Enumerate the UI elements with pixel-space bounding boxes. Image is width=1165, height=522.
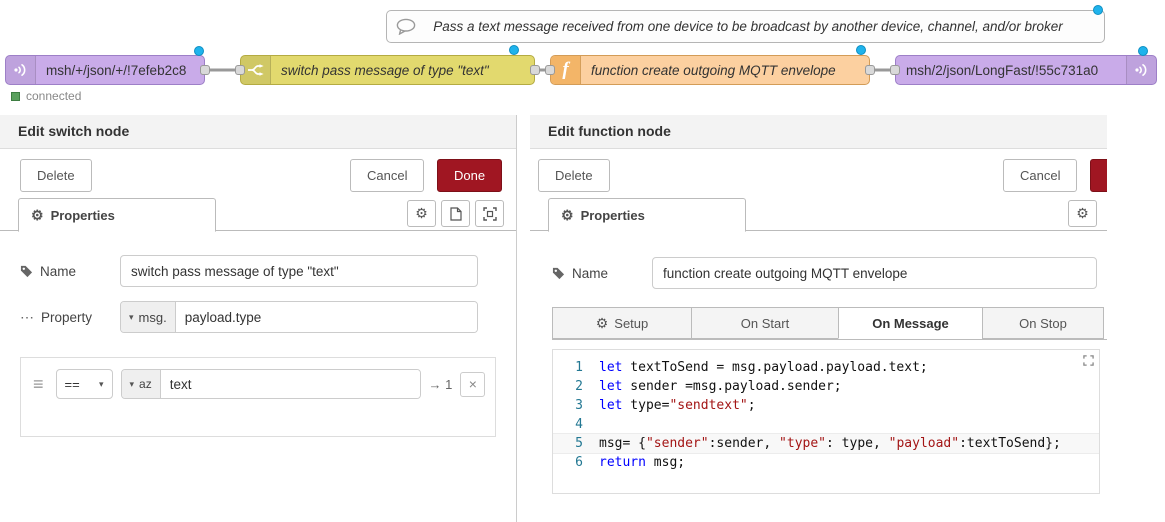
tab-on-message[interactable]: On Message <box>838 307 983 339</box>
tag-icon <box>20 265 33 278</box>
function-panel-buttons: Delete Cancel Done <box>530 149 1107 197</box>
mqtt-in-status: connected <box>11 89 81 103</box>
mqtt-out-input-port[interactable] <box>890 65 900 75</box>
code-line: 3let type="sendtext"; <box>553 396 1099 415</box>
switch-rules-list: ≡ == ▾ ▾ az → 1 × <box>20 357 496 437</box>
modified-indicator <box>509 45 519 55</box>
property-input[interactable] <box>176 302 477 332</box>
edit-function-panel: Edit function node Delete Cancel Done ⚙ … <box>530 115 1107 522</box>
name-input[interactable] <box>652 257 1097 289</box>
frame-icon <box>483 207 497 221</box>
name-label: Name <box>552 266 652 281</box>
gear-icon: ⚙ <box>31 207 44 224</box>
rule-output-label: → 1 <box>429 377 453 392</box>
rule-value-input[interactable] <box>161 370 420 398</box>
switch-output-port[interactable] <box>530 65 540 75</box>
wifi-icon <box>6 56 36 84</box>
function-node[interactable]: f function create outgoing MQTT envelope <box>550 55 870 85</box>
string-type-icon: az <box>139 377 152 391</box>
done-button[interactable]: Done <box>437 159 502 192</box>
chevron-down-icon: ▾ <box>130 379 135 390</box>
ellipsis-icon: ⋯ <box>20 309 34 326</box>
mqtt-out-node-label: msh/2/json/LongFast/!55c731a0 <box>896 63 1126 78</box>
edit-switch-panel: Edit switch node Delete Cancel Done ⚙ Pr… <box>0 115 517 522</box>
tab-on-stop[interactable]: On Stop <box>982 307 1104 339</box>
cancel-button[interactable]: Cancel <box>350 159 424 192</box>
modified-indicator <box>856 45 866 55</box>
wifi-icon <box>1126 56 1156 84</box>
name-label: Name <box>20 264 120 279</box>
modified-indicator <box>194 46 204 56</box>
drag-handle-icon[interactable]: ≡ <box>29 374 48 395</box>
name-input[interactable] <box>120 255 478 287</box>
property-type-select[interactable]: ▾ msg. <box>121 302 176 332</box>
rule-value-typed-input: ▾ az <box>121 369 421 399</box>
modified-indicator <box>1138 46 1148 56</box>
comment-bubble-icon <box>387 18 416 35</box>
switch-panel-tabbar: ⚙ Properties ⚙ <box>0 197 516 231</box>
function-icon: f <box>551 56 581 84</box>
panel-title: Edit function node <box>530 115 1107 149</box>
gear-icon: ⚙ <box>1076 205 1089 222</box>
function-node-label: function create outgoing MQTT envelope <box>581 63 846 78</box>
panel-title: Edit switch node <box>0 115 516 149</box>
chevron-down-icon: ▾ <box>99 379 104 390</box>
function-input-port[interactable] <box>545 65 555 75</box>
function-panel-tabbar: ⚙ Properties ⚙ <box>530 197 1107 231</box>
property-typed-input: ▾ msg. <box>120 301 478 333</box>
tab-on-start[interactable]: On Start <box>691 307 839 339</box>
appearance-button[interactable] <box>475 200 504 227</box>
comment-node[interactable]: Pass a text message received from one de… <box>386 10 1105 43</box>
status-text: connected <box>26 89 81 103</box>
code-line: 6return msg; <box>553 453 1099 472</box>
description-button[interactable] <box>441 200 470 227</box>
switch-rule-row: ≡ == ▾ ▾ az → 1 × <box>29 369 487 399</box>
remove-rule-button[interactable]: × <box>460 372 485 397</box>
gear-icon: ⚙ <box>415 205 428 222</box>
code-line: 2let sender =msg.payload.sender; <box>553 377 1099 396</box>
chevron-down-icon: ▾ <box>129 312 134 323</box>
gear-icon: ⚙ <box>596 315 609 332</box>
function-editor-tabs: ⚙ Setup On Start On Message On Stop <box>552 307 1107 340</box>
node-red-editor: Pass a text message received from one de… <box>0 0 1165 522</box>
code-line: 1let textToSend = msg.payload.payload.te… <box>553 358 1099 377</box>
delete-button[interactable]: Delete <box>20 159 92 192</box>
document-icon <box>450 207 462 221</box>
gear-icon: ⚙ <box>561 207 574 224</box>
mqtt-out-node[interactable]: msh/2/json/LongFast/!55c731a0 <box>895 55 1157 85</box>
function-form: Name ⚙ Setup On Start On Message On Stop <box>530 231 1107 494</box>
mqtt-in-node[interactable]: msh/+/json/+/!7efeb2c8 <box>5 55 205 85</box>
expand-editor-icon[interactable] <box>1083 355 1094 366</box>
rule-operator-select[interactable]: == ▾ <box>56 369 113 399</box>
done-button[interactable]: Done <box>1090 159 1107 192</box>
code-lines: 1let textToSend = msg.payload.payload.te… <box>553 358 1099 472</box>
switch-icon <box>241 56 271 84</box>
code-line: 4 <box>553 415 1099 434</box>
switch-node[interactable]: switch pass message of type "text" <box>240 55 535 85</box>
comment-node-label: Pass a text message received from one de… <box>416 19 1104 34</box>
function-code-editor[interactable]: 1let textToSend = msg.payload.payload.te… <box>552 349 1100 494</box>
modified-indicator <box>1093 5 1103 15</box>
node-settings-button[interactable]: ⚙ <box>1068 200 1097 227</box>
tag-icon <box>552 267 565 280</box>
node-settings-button[interactable]: ⚙ <box>407 200 436 227</box>
switch-node-label: switch pass message of type "text" <box>271 63 499 78</box>
tab-properties[interactable]: ⚙ Properties <box>18 198 216 232</box>
cancel-button[interactable]: Cancel <box>1003 159 1077 192</box>
tab-properties[interactable]: ⚙ Properties <box>548 198 746 232</box>
delete-button[interactable]: Delete <box>538 159 610 192</box>
tab-setup[interactable]: ⚙ Setup <box>552 307 692 339</box>
property-label: ⋯ Property <box>20 309 120 326</box>
switch-panel-buttons: Delete Cancel Done <box>0 149 516 197</box>
switch-form: Name ⋯ Property ▾ msg. <box>0 231 516 437</box>
status-connected-icon <box>11 92 20 101</box>
function-output-port[interactable] <box>865 65 875 75</box>
mqtt-in-node-label: msh/+/json/+/!7efeb2c8 <box>36 63 196 78</box>
rule-type-select[interactable]: ▾ az <box>122 370 161 398</box>
mqtt-in-output-port[interactable] <box>200 65 210 75</box>
code-line: 5msg= {"sender":sender, "type": type, "p… <box>553 434 1099 453</box>
switch-input-port[interactable] <box>235 65 245 75</box>
